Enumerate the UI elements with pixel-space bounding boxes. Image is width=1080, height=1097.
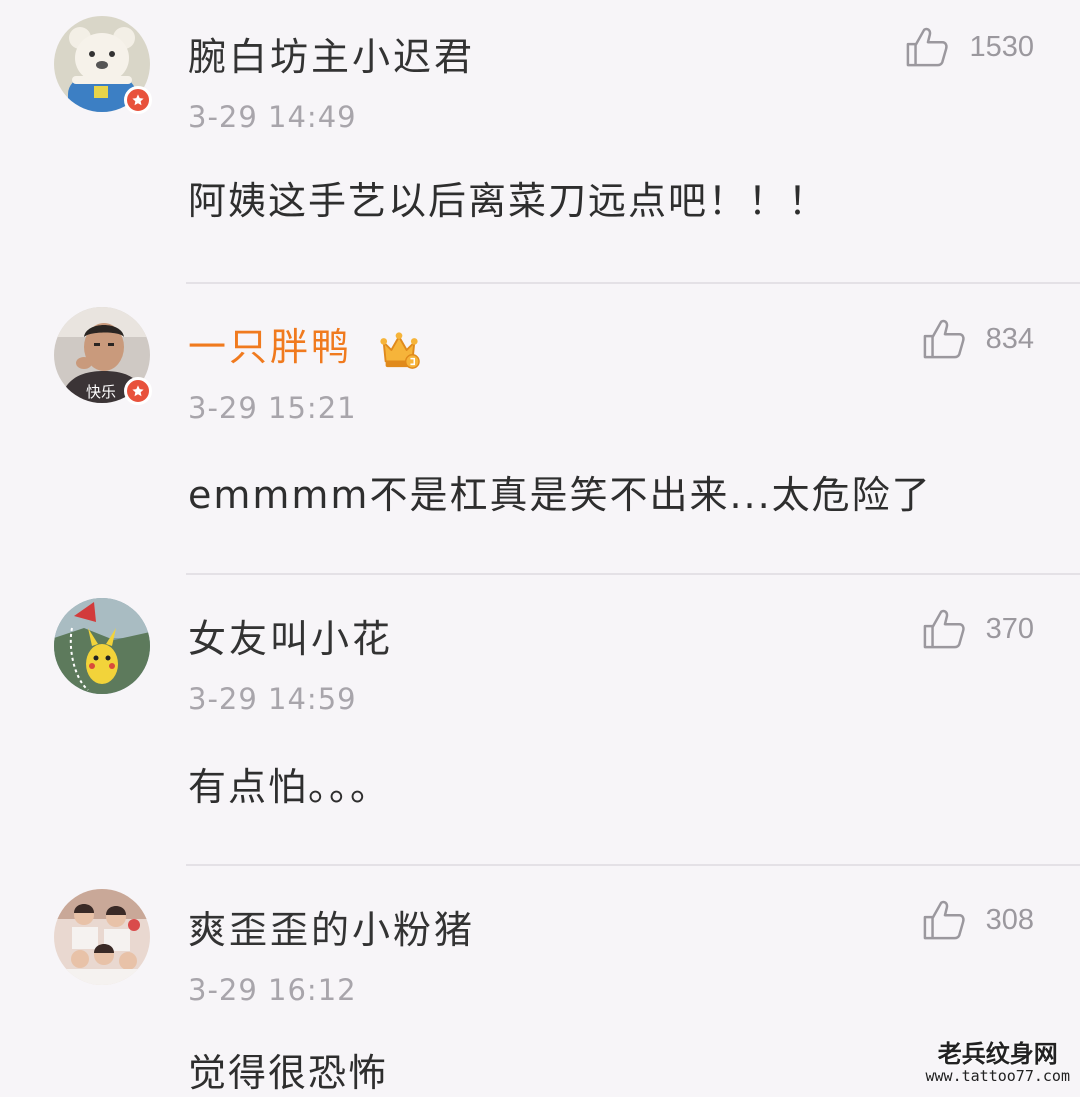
like-button[interactable]: 308: [922, 899, 1034, 941]
verified-badge-icon: [124, 377, 152, 405]
group-photo-avatar-icon: [54, 889, 150, 985]
thumbs-up-icon: [923, 609, 965, 649]
thumbs-up-icon: [907, 27, 949, 67]
avatar[interactable]: [54, 16, 152, 114]
comment-text: 有点怕。。。: [188, 765, 391, 809]
watermark: 老兵纹身网 www.tattoo77.com: [926, 1041, 1071, 1084]
like-count: 1530: [969, 30, 1034, 63]
like-button[interactable]: 834: [922, 318, 1034, 360]
thumbs-up-icon: [923, 900, 965, 940]
like-count: 370: [985, 612, 1034, 645]
divider: [186, 864, 1080, 866]
vip-crown-icon: [380, 331, 420, 369]
username[interactable]: 一只胖鸭: [188, 316, 421, 371]
comment-text: 觉得很恐怖: [188, 1051, 389, 1095]
thumbs-up-icon: [923, 319, 965, 359]
username[interactable]: 爽歪歪的小粉猪: [188, 899, 475, 954]
like-button[interactable]: 1530: [905, 26, 1034, 68]
avatar[interactable]: [54, 889, 150, 985]
watermark-url: www.tattoo77.com: [925, 1066, 1071, 1085]
like-count: 308: [985, 903, 1034, 936]
username[interactable]: 女友叫小花: [188, 608, 393, 663]
pikachu-avatar-icon: [54, 598, 150, 694]
comment-text: emmmm不是杠真是笑不出来...太危险了: [188, 473, 932, 517]
comment-time: 3-29 14:59: [188, 682, 357, 716]
comment-text: 阿姨这手艺以后离菜刀远点吧！！！: [188, 179, 829, 223]
avatar[interactable]: 快乐: [54, 307, 152, 405]
like-button[interactable]: 370: [922, 608, 1034, 650]
verified-badge-icon: [124, 86, 152, 114]
comment-time: 3-29 15:21: [188, 391, 357, 425]
avatar[interactable]: [54, 598, 150, 694]
like-count: 834: [985, 322, 1034, 355]
avatar-overlay-text: 快乐: [86, 383, 116, 401]
divider: [186, 282, 1080, 284]
username[interactable]: 腕白坊主小迟君: [188, 26, 475, 81]
comment-time: 3-29 14:49: [188, 100, 357, 134]
watermark-title: 老兵纹身网: [937, 1040, 1058, 1069]
comment-time: 3-29 16:12: [188, 973, 357, 1007]
divider: [186, 573, 1080, 575]
username-text: 一只胖鸭: [188, 325, 353, 369]
